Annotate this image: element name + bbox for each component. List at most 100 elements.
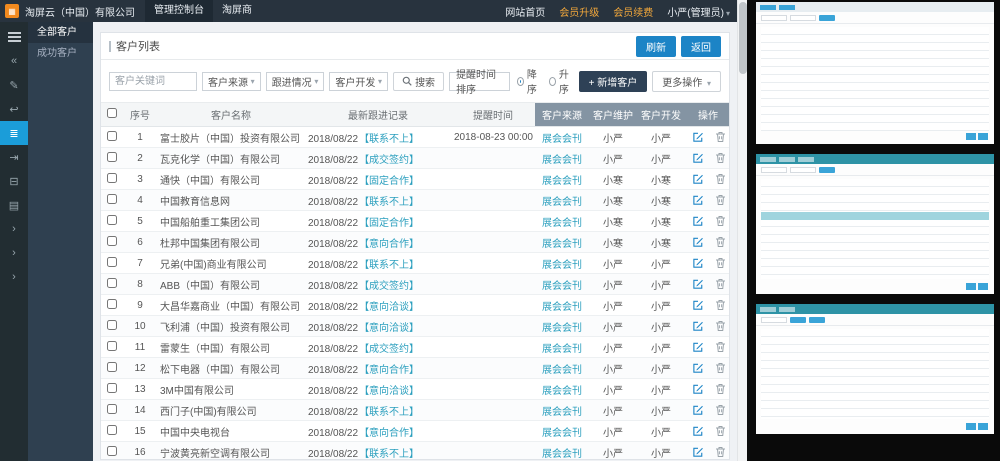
edit-row-icon[interactable]: [692, 362, 704, 374]
delete-row-icon[interactable]: [715, 383, 726, 395]
row-checkbox[interactable]: [107, 383, 117, 393]
table-row: 2 瓦克化学（中国）有限公司 2018/08/22【成交签约】 展会会刊 小严 …: [101, 148, 730, 169]
row-index: 3: [123, 169, 157, 190]
delete-row-icon[interactable]: [715, 257, 726, 269]
delete-row-icon[interactable]: [715, 215, 726, 227]
edit-row-icon[interactable]: [692, 152, 704, 164]
stats-icon[interactable]: ▤: [0, 193, 28, 217]
row-checkbox[interactable]: [107, 278, 117, 288]
collapse-icon[interactable]: «: [0, 49, 28, 73]
delete-row-icon[interactable]: [715, 173, 726, 185]
vertical-scrollbar[interactable]: [737, 0, 747, 461]
row-checkbox[interactable]: [107, 362, 117, 372]
keyword-input[interactable]: [109, 72, 197, 91]
delete-row-icon[interactable]: [715, 194, 726, 206]
edit-row-icon[interactable]: [692, 194, 704, 206]
minus-box-icon[interactable]: ⊟: [0, 169, 28, 193]
link-member-renew[interactable]: 会员续费: [606, 4, 660, 19]
thumbnail-input: [790, 15, 816, 21]
edit-icon[interactable]: ✎: [0, 73, 28, 97]
header-remind[interactable]: 提醒时间: [451, 103, 535, 127]
edit-row-icon[interactable]: [692, 278, 704, 290]
delete-row-icon[interactable]: [715, 278, 726, 290]
more-actions-button[interactable]: 更多操作 ▾: [652, 71, 721, 92]
row-checkbox[interactable]: [107, 194, 117, 204]
page-title: 客户列表: [109, 38, 160, 54]
followup-record: 2018/08/22【意向洽谈】: [305, 295, 451, 316]
edit-row-icon[interactable]: [692, 320, 704, 332]
edit-row-icon[interactable]: [692, 299, 704, 311]
row-checkbox[interactable]: [107, 131, 117, 141]
source-select[interactable]: 客户来源▾: [202, 72, 261, 91]
delete-row-icon[interactable]: [715, 236, 726, 248]
row-checkbox[interactable]: [107, 236, 117, 246]
sort-desc-label: 降序: [527, 66, 542, 96]
follow-select[interactable]: 跟进情况▾: [266, 72, 325, 91]
row-checkbox[interactable]: [107, 173, 117, 183]
back-button[interactable]: 返回: [681, 36, 721, 57]
edit-row-icon[interactable]: [692, 173, 704, 185]
row-checkbox[interactable]: [107, 320, 117, 330]
delete-row-icon[interactable]: [715, 341, 726, 353]
link-member-upgrade[interactable]: 会员升级: [552, 4, 606, 19]
scrollbar-thumb[interactable]: [739, 2, 747, 74]
customer-source: 展会会刊: [535, 274, 589, 295]
edit-row-icon[interactable]: [692, 215, 704, 227]
edit-row-icon[interactable]: [692, 404, 704, 416]
chevron-right-icon[interactable]: ›: [0, 265, 28, 289]
refresh-button[interactable]: 刷新: [636, 36, 676, 57]
customer-keeper: 小寒: [589, 190, 637, 211]
menu-icon[interactable]: [0, 25, 28, 49]
delete-row-icon[interactable]: [715, 446, 726, 458]
more-actions-label: 更多操作: [662, 78, 702, 89]
row-index: 6: [123, 232, 157, 253]
chevron-right-icon[interactable]: ›: [0, 217, 28, 241]
delete-row-icon[interactable]: [715, 425, 726, 437]
search-button[interactable]: 搜索: [393, 72, 444, 91]
row-checkbox[interactable]: [107, 425, 117, 435]
delete-row-icon[interactable]: [715, 152, 726, 164]
chevron-right-icon[interactable]: ›: [0, 241, 28, 265]
delete-row-icon[interactable]: [715, 320, 726, 332]
user-menu[interactable]: 小严(管理员)▾: [660, 4, 737, 19]
record-date: 2018/08/22: [308, 197, 358, 208]
row-actions: [685, 379, 730, 400]
delete-row-icon[interactable]: [715, 404, 726, 416]
row-checkbox[interactable]: [107, 341, 117, 351]
row-checkbox[interactable]: [107, 215, 117, 225]
edit-row-icon[interactable]: [692, 383, 704, 395]
edit-row-icon[interactable]: [692, 446, 704, 458]
record-status-tag: 【成交签约】: [359, 155, 419, 166]
preview-thumbnail-2: [756, 154, 994, 294]
edit-row-icon[interactable]: [692, 236, 704, 248]
link-site-home[interactable]: 网站首页: [498, 4, 552, 19]
delete-row-icon[interactable]: [715, 299, 726, 311]
edit-row-icon[interactable]: [692, 257, 704, 269]
thumbnail-toolbar: [756, 314, 994, 326]
sidebar-item-all-customers[interactable]: 全部客户: [28, 22, 93, 43]
logout-icon[interactable]: ⇥: [0, 145, 28, 169]
row-checkbox[interactable]: [107, 299, 117, 309]
row-checkbox[interactable]: [107, 152, 117, 162]
row-checkbox[interactable]: [107, 446, 117, 456]
customer-list-icon[interactable]: ≣: [0, 121, 28, 145]
topnav-admin-console[interactable]: 管理控制台: [145, 0, 213, 22]
delete-row-icon[interactable]: [715, 362, 726, 374]
sort-asc-radio[interactable]: 升序: [549, 66, 574, 96]
record-date: 2018/08/22: [308, 155, 358, 166]
sort-desc-radio[interactable]: 降序: [517, 66, 542, 96]
undo-icon[interactable]: ↩: [0, 97, 28, 121]
delete-row-icon[interactable]: [715, 131, 726, 143]
select-all-checkbox[interactable]: [107, 108, 117, 118]
sidebar-item-success-customers[interactable]: 成功客户: [28, 43, 93, 64]
develop-select[interactable]: 客户开发▾: [329, 72, 388, 91]
edit-row-icon[interactable]: [692, 131, 704, 143]
add-customer-button[interactable]: + 新增客户: [579, 71, 648, 92]
edit-row-icon[interactable]: [692, 341, 704, 353]
row-checkbox[interactable]: [107, 404, 117, 414]
edit-row-icon[interactable]: [692, 425, 704, 437]
row-index: 9: [123, 295, 157, 316]
row-checkbox[interactable]: [107, 257, 117, 267]
thumbnail-highlighted-row: [761, 212, 989, 220]
topnav-taoping-shop[interactable]: 淘屏商: [213, 0, 261, 22]
